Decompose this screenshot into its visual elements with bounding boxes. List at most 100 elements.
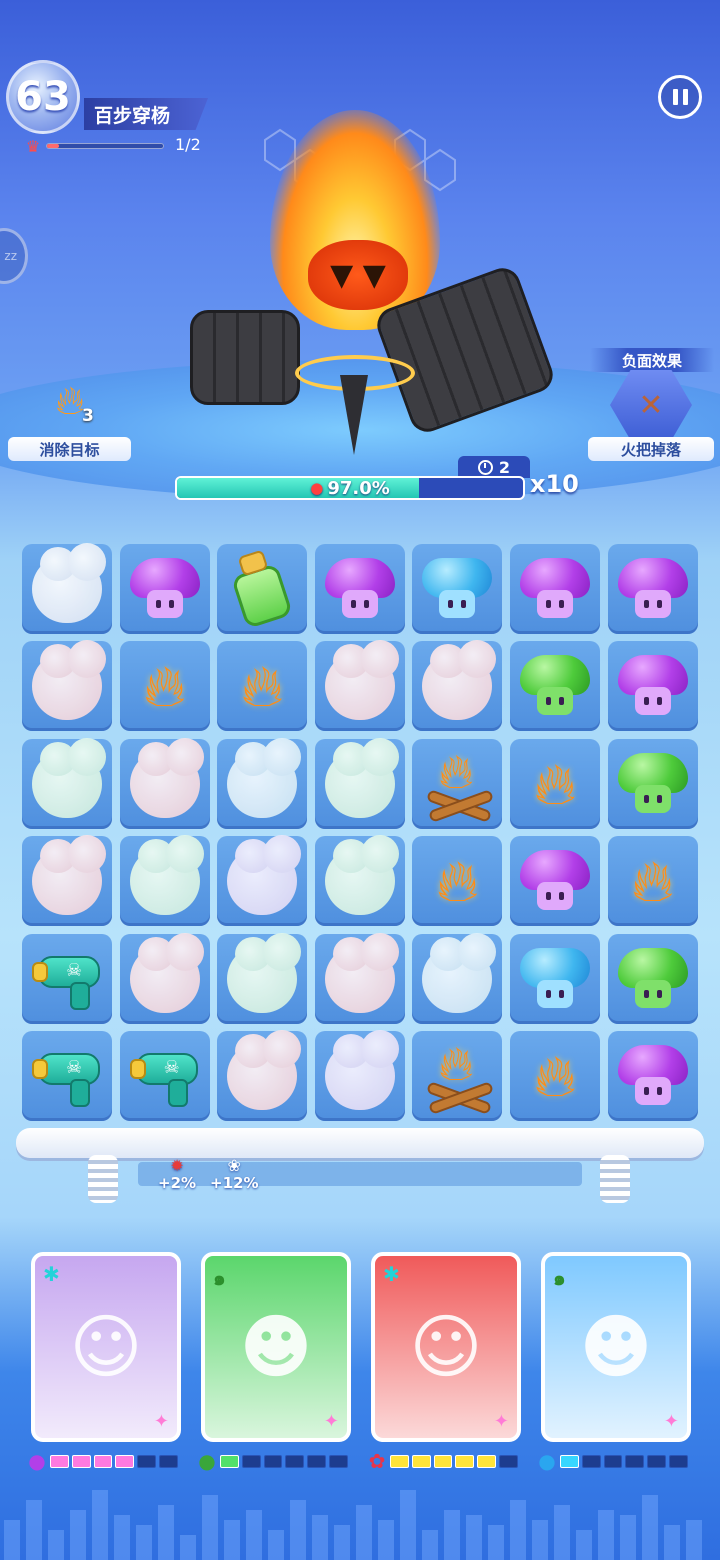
board-cell[interactable] xyxy=(510,641,600,732)
board-cell[interactable] xyxy=(314,835,405,927)
energy-segment xyxy=(93,1455,113,1468)
board-cell[interactable] xyxy=(607,738,698,829)
hero-maid-girl-card[interactable]: ☻ ๑ ✦ xyxy=(201,1252,351,1442)
energy-segment xyxy=(263,1455,283,1468)
smoke-cloud-icon xyxy=(227,737,302,818)
smoke-cloud-icon xyxy=(227,932,302,1013)
board-cell[interactable] xyxy=(217,1030,308,1121)
flame-icon: 🔥︎ xyxy=(631,847,674,916)
level-progress-fill xyxy=(47,144,59,148)
board-cell[interactable] xyxy=(607,544,698,634)
boss-hp-bar: ● 97.0% xyxy=(175,476,525,500)
energy-segment xyxy=(285,1455,305,1468)
board-cell[interactable] xyxy=(22,543,112,634)
equalizer-bar xyxy=(114,1515,130,1560)
right-spring xyxy=(600,1155,630,1203)
hero-headphone-girl-card[interactable]: ☺ ✱ ✦ xyxy=(31,1252,181,1442)
energy-segment xyxy=(115,1455,135,1468)
board-cell[interactable] xyxy=(412,640,503,732)
left-spring xyxy=(88,1155,118,1203)
board-cell[interactable]: 🔥︎ xyxy=(510,738,600,829)
board-cell[interactable] xyxy=(119,737,210,829)
boss-spike xyxy=(340,375,368,455)
mushroom-green-icon: ● xyxy=(198,1449,216,1473)
turns-remaining: 2 xyxy=(458,456,530,478)
flame-icon: 🔥︎ xyxy=(240,652,284,721)
energy-segment xyxy=(581,1455,601,1468)
negative-effect-header: 负面效果 xyxy=(590,348,714,372)
hero-energy-bar: ● xyxy=(534,1449,690,1473)
board-cell[interactable] xyxy=(607,1031,698,1121)
board-cell[interactable] xyxy=(22,640,112,732)
equalizer-bar xyxy=(378,1520,394,1560)
hero-type-icon: ✱ xyxy=(43,1262,60,1286)
smoke-cloud-icon xyxy=(324,640,399,721)
sparkle-icon: ✦ xyxy=(323,1411,339,1432)
board-cell[interactable] xyxy=(510,544,600,634)
board-cell[interactable] xyxy=(217,932,308,1024)
board-cell[interactable]: 🔥︎ xyxy=(412,836,503,927)
equalizer-bar xyxy=(4,1520,20,1560)
board-cell[interactable] xyxy=(217,737,308,829)
board-cell[interactable] xyxy=(217,544,308,634)
board-cell[interactable] xyxy=(22,737,112,829)
board-shelf xyxy=(16,1128,704,1158)
board-cell[interactable] xyxy=(412,932,503,1024)
buff-track xyxy=(138,1162,582,1186)
board-cell[interactable] xyxy=(119,544,210,634)
board-cell[interactable] xyxy=(314,640,405,732)
board-cell[interactable]: 🔥︎ xyxy=(412,738,503,829)
smoke-cloud-icon xyxy=(324,835,399,916)
equalizer-bar xyxy=(290,1500,306,1560)
energy-segment xyxy=(329,1455,348,1468)
buff-firecracker: ✹ +2% xyxy=(158,1156,197,1193)
hero-opera-general-card[interactable]: ☻ ๑ ✦ xyxy=(541,1252,691,1442)
level-progress-bar xyxy=(46,143,164,149)
firecracker-icon: ✹ xyxy=(170,1156,184,1175)
board-cell[interactable] xyxy=(510,933,600,1024)
smoke-cloud-icon xyxy=(422,640,497,721)
board-cell[interactable] xyxy=(22,835,112,927)
equalizer-decoration xyxy=(0,1488,720,1560)
board-cell[interactable] xyxy=(314,1030,405,1121)
board-cell[interactable] xyxy=(314,932,405,1024)
equalizer-bar xyxy=(158,1505,174,1560)
flame-icon: 🔥︎ xyxy=(533,749,577,818)
smoke-cloud-icon xyxy=(324,737,399,818)
energy-segment xyxy=(390,1455,409,1468)
board-cell[interactable] xyxy=(314,544,405,634)
board-cell[interactable]: 🔥︎ xyxy=(412,1031,503,1121)
board-cell[interactable] xyxy=(119,932,210,1024)
board-cell[interactable] xyxy=(510,836,600,927)
hero-cat-gentleman-card[interactable]: ☺ ✱ ✦ xyxy=(371,1252,521,1442)
board-cell[interactable] xyxy=(217,835,308,927)
mushroom-purple-icon xyxy=(617,1043,688,1109)
hero-energy-bar: ● xyxy=(24,1449,180,1473)
board-cell[interactable]: 🔥︎ xyxy=(217,641,308,732)
energy-segment xyxy=(220,1455,239,1468)
board-cell[interactable]: ☠ xyxy=(119,1031,210,1121)
match-board: 🔥︎ 🔥︎ 🔥︎ 🔥︎ 🔥︎ 🔥︎ ☠ ☠ ☠ 🔥︎ 🔥︎ xyxy=(22,543,698,1124)
fire-golem-boss: ▼ ▼ xyxy=(190,110,558,460)
boss-hp-label: ● 97.0% xyxy=(177,478,523,498)
boss-hp-percent: 97.0% xyxy=(327,477,390,499)
board-cell[interactable]: 🔥︎ xyxy=(607,836,698,927)
board-cell[interactable]: 🔥︎ xyxy=(119,641,210,732)
board-cell[interactable] xyxy=(412,544,503,634)
pause-button[interactable] xyxy=(658,75,702,119)
board-cell[interactable] xyxy=(607,933,698,1024)
boss-head-icon: ♛ xyxy=(25,136,41,156)
board-cell[interactable] xyxy=(607,641,698,732)
blood-drop-icon: ● xyxy=(310,479,324,497)
board-cell[interactable]: 🔥︎ xyxy=(510,1031,600,1121)
mushroom-blue-icon xyxy=(422,556,493,622)
board-cell[interactable]: ☠ xyxy=(22,1031,112,1121)
smoke-cloud-icon xyxy=(422,932,497,1013)
mushroom-purple-icon xyxy=(520,848,590,914)
equalizer-bar xyxy=(510,1500,526,1560)
board-cell[interactable] xyxy=(314,737,405,829)
buff-firecracker-text: +2% xyxy=(158,1174,197,1192)
mushroom-purple-icon: ● xyxy=(28,1449,46,1473)
board-cell[interactable] xyxy=(119,835,210,927)
board-cell[interactable]: ☠ xyxy=(22,933,112,1024)
